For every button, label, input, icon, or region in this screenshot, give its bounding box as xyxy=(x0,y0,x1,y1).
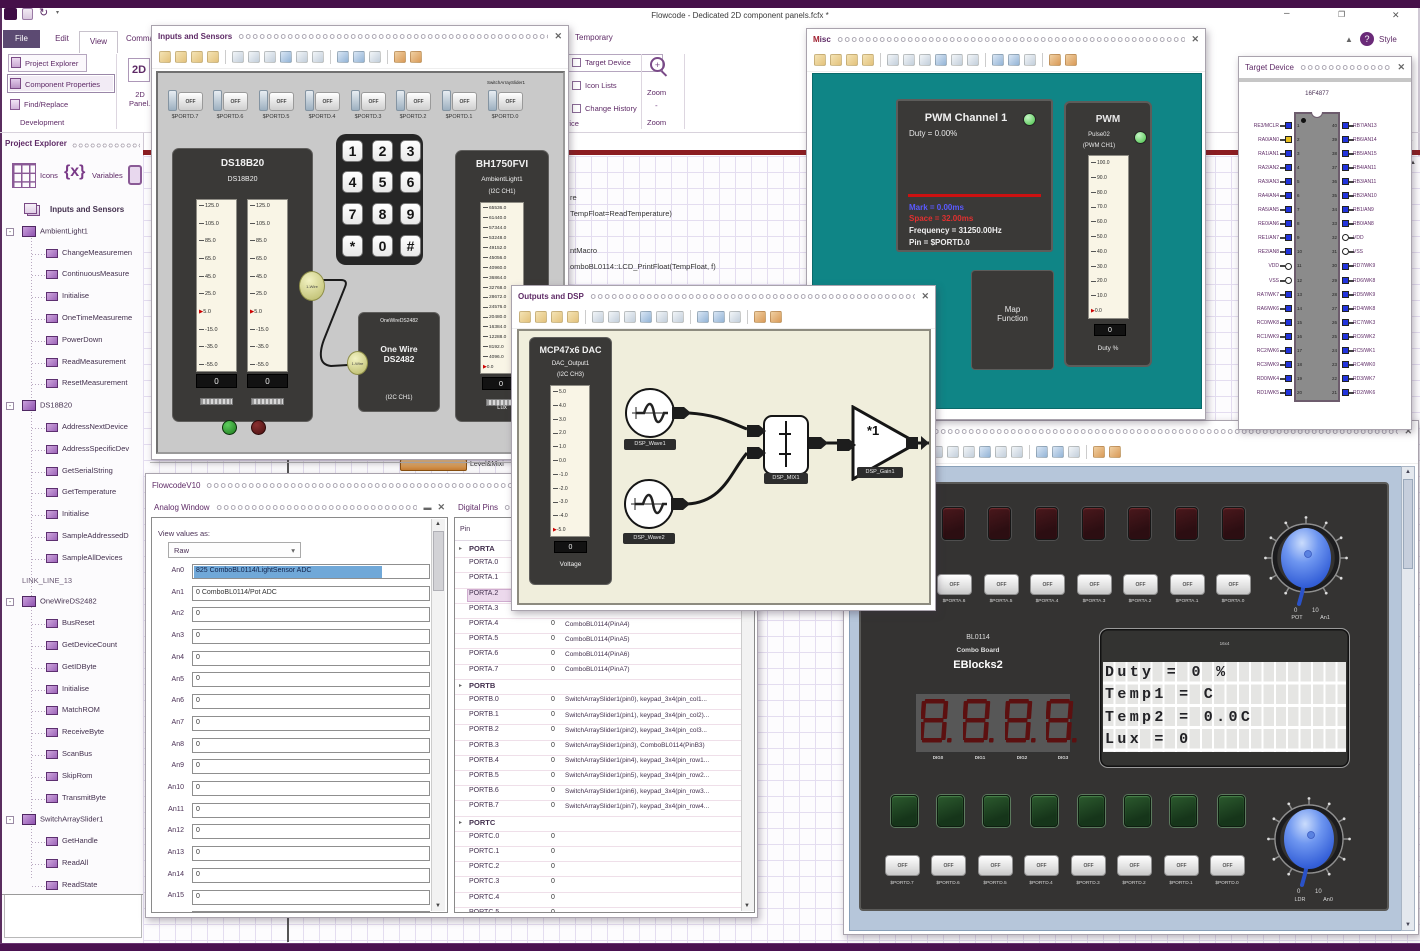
svg-text:0: 0 xyxy=(1297,889,1301,895)
svg-text:0: 0 xyxy=(1294,608,1298,614)
svg-text:10: 10 xyxy=(1312,608,1319,614)
svg-text:*1: *1 xyxy=(867,423,879,438)
svg-text:10: 10 xyxy=(1315,889,1322,895)
